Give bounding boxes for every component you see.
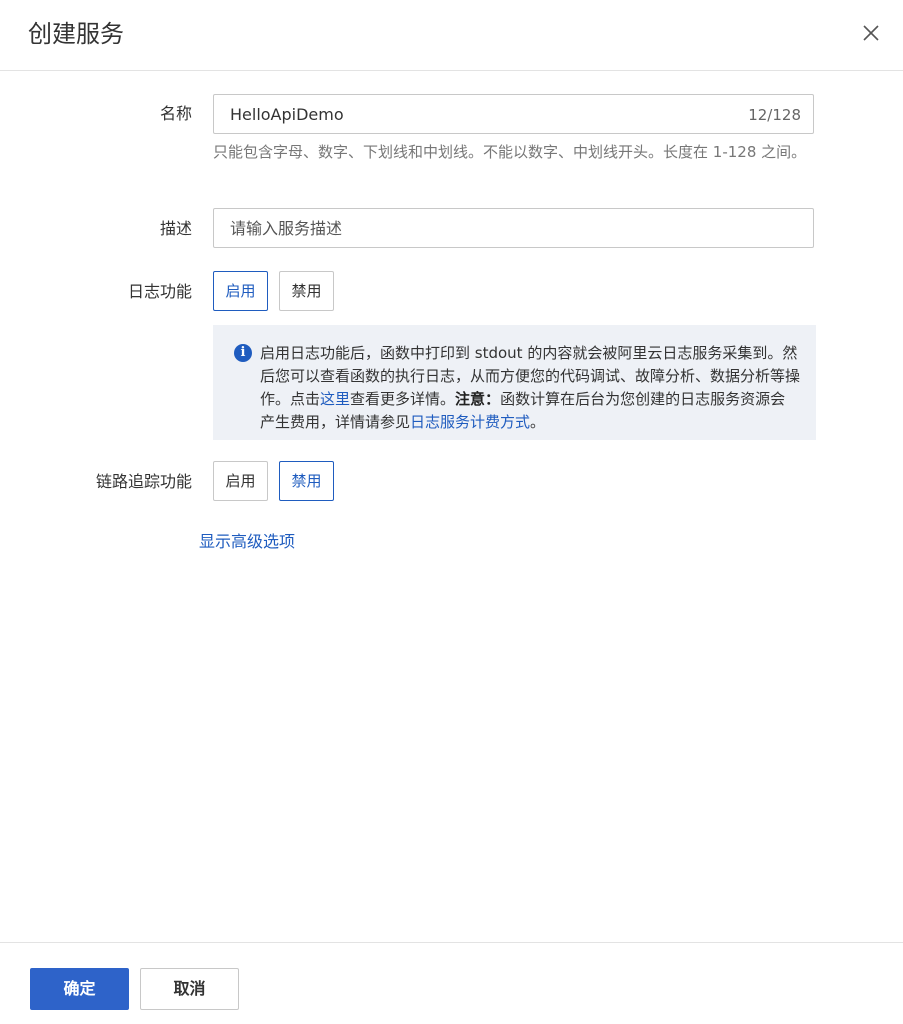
more-details-link[interactable]: 这里 (320, 390, 350, 408)
name-char-counter: 12/128 (748, 106, 801, 124)
name-label: 名称 (159, 104, 192, 123)
billing-link[interactable]: 日志服务计费方式 (410, 413, 530, 431)
info-icon: i (234, 344, 252, 362)
confirm-button[interactable]: 确定 (30, 968, 129, 1010)
description-input[interactable]: 请输入服务描述 (213, 208, 814, 248)
log-info-box: i 启用日志功能后，函数中打印到 stdout 的内容就会被阿里云日志服务采集到… (213, 325, 816, 440)
log-label: 日志功能 (127, 282, 192, 301)
notice-label: 注意： (455, 390, 501, 408)
dialog-title: 创建服务 (28, 20, 124, 48)
info-text-part: 。 (530, 413, 546, 431)
tracing-label: 链路追踪功能 (95, 472, 192, 491)
name-input[interactable]: HelloApiDemo 12/128 (213, 94, 814, 134)
description-placeholder: 请输入服务描述 (230, 219, 343, 238)
dialog-header: 创建服务 (0, 0, 903, 71)
log-disable-button[interactable]: 禁用 (279, 271, 334, 311)
dialog-footer: 确定 取消 (0, 942, 903, 1024)
info-text-part: 查看更多详情。 (350, 390, 456, 408)
close-icon (863, 25, 879, 41)
name-input-value: HelloApiDemo (230, 105, 344, 124)
create-service-dialog: 创建服务 名称 HelloApiDemo 12/128 只能包含字母、数字、下划… (0, 0, 903, 1024)
close-button[interactable] (858, 20, 884, 46)
description-label: 描述 (159, 219, 192, 238)
tracing-enable-button[interactable]: 启用 (213, 461, 268, 501)
show-advanced-options-link[interactable]: 显示高级选项 (199, 531, 295, 553)
log-enable-button[interactable]: 启用 (213, 271, 268, 311)
tracing-disable-button[interactable]: 禁用 (279, 461, 334, 501)
cancel-button[interactable]: 取消 (140, 968, 239, 1010)
name-hint: 只能包含字母、数字、下划线和中划线。不能以数字、中划线开头。长度在 1-128 … (213, 143, 807, 161)
log-info-text: 启用日志功能后，函数中打印到 stdout 的内容就会被阿里云日志服务采集到。然… (260, 342, 800, 434)
